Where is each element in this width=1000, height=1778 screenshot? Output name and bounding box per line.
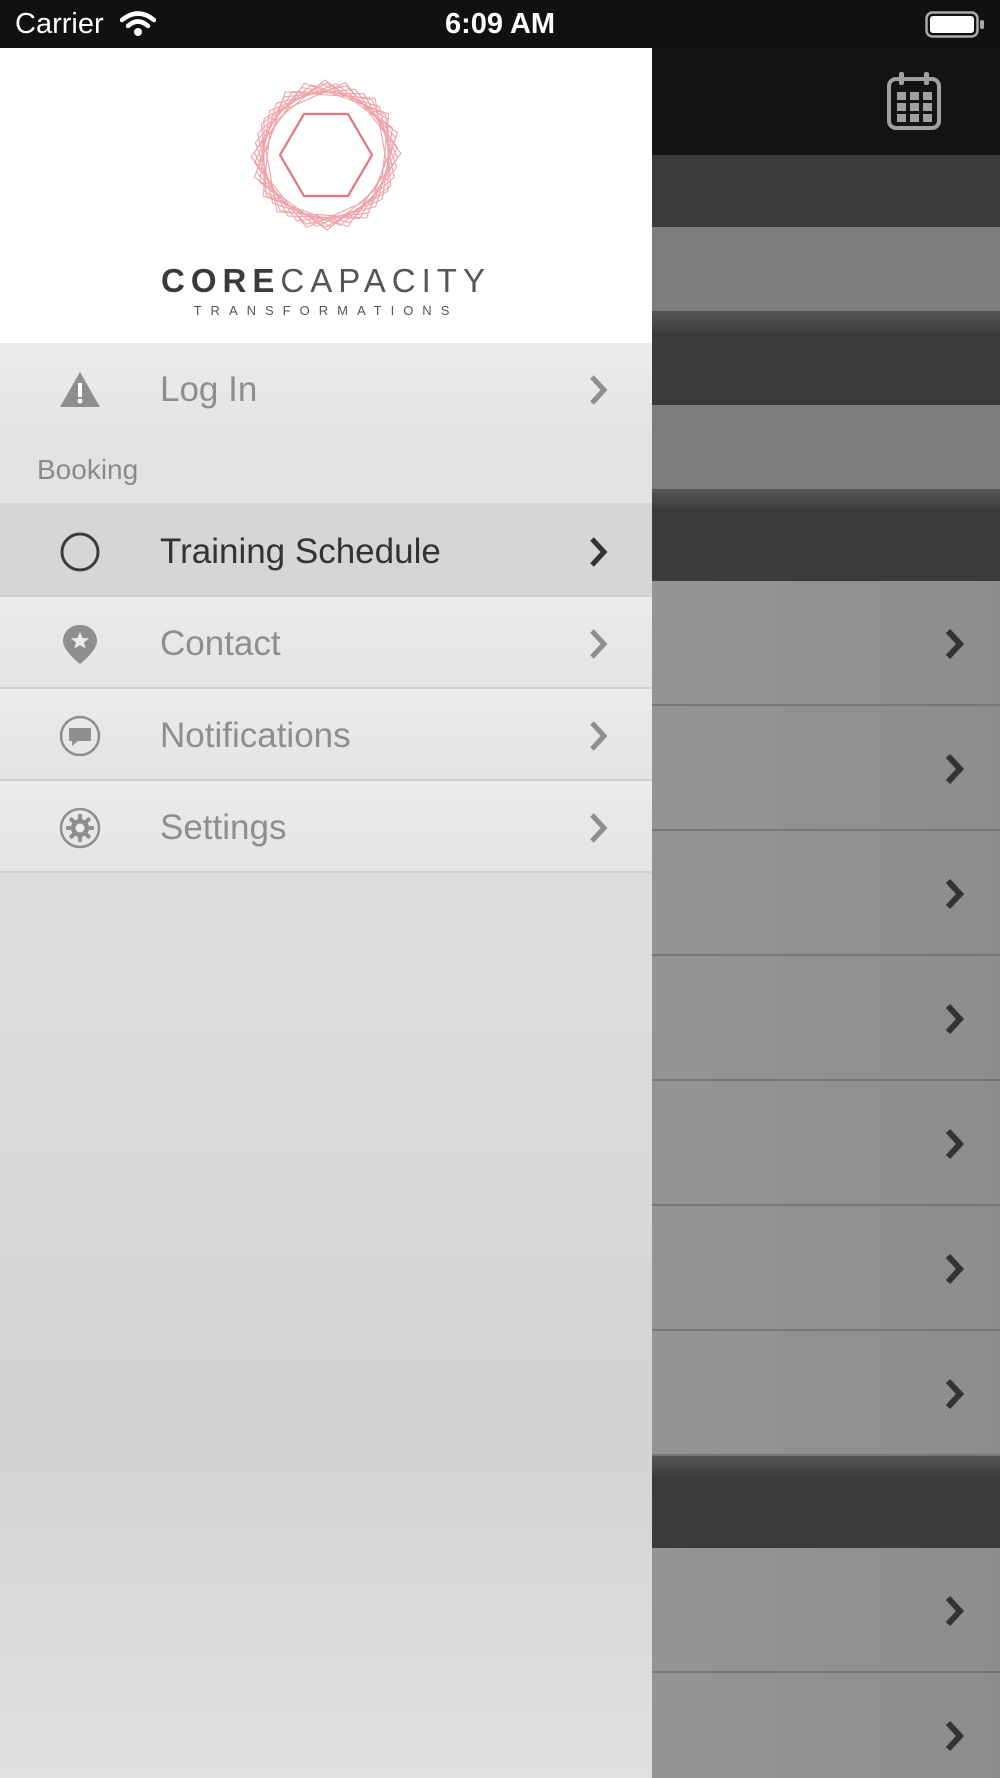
menu-item-notifications[interactable]: Notifications bbox=[0, 689, 652, 781]
chevron-right-icon bbox=[588, 719, 610, 758]
brand-name-bold: CORE bbox=[161, 262, 281, 299]
chevron-right-icon bbox=[944, 877, 966, 916]
chat-bubble-icon bbox=[58, 714, 102, 758]
chevron-right-icon bbox=[944, 1594, 966, 1633]
menu-item-label: Contact bbox=[160, 624, 281, 663]
chevron-right-icon bbox=[944, 1252, 966, 1291]
chevron-right-icon bbox=[944, 1377, 966, 1416]
calendar-icon[interactable] bbox=[886, 70, 942, 132]
chevron-right-icon bbox=[588, 373, 610, 412]
chevron-right-icon bbox=[588, 811, 610, 850]
clock: 6:09 AM bbox=[444, 8, 556, 40]
chevron-right-icon bbox=[944, 627, 966, 666]
menu-item-label: Training Schedule bbox=[160, 532, 441, 571]
menu-item-label: Notifications bbox=[160, 716, 351, 755]
menu-item-login[interactable]: Log In bbox=[0, 343, 652, 435]
brand-logo-icon bbox=[247, 76, 405, 239]
circle-icon bbox=[58, 530, 102, 574]
menu-item-training-schedule[interactable]: Training Schedule bbox=[0, 505, 652, 597]
chevron-right-icon bbox=[944, 752, 966, 791]
menu-item-label: Log In bbox=[160, 370, 258, 409]
warning-icon bbox=[58, 368, 102, 412]
menu-item-label: Settings bbox=[160, 808, 287, 847]
brand-tagline: TRANSFORMATIONS bbox=[193, 303, 459, 318]
status-bar: Carrier 6:09 AM bbox=[0, 0, 1000, 48]
section-header-booking: Booking bbox=[0, 433, 652, 505]
location-pin-star-icon bbox=[58, 622, 102, 666]
chevron-right-icon bbox=[944, 1127, 966, 1166]
section-header-label: Booking bbox=[37, 454, 139, 485]
brand-name: CORECAPACITY bbox=[0, 262, 652, 300]
gear-icon bbox=[58, 806, 102, 850]
chevron-right-icon bbox=[588, 535, 610, 574]
menu-item-contact[interactable]: Contact bbox=[0, 597, 652, 689]
chevron-right-icon bbox=[944, 1002, 966, 1041]
side-drawer: CORECAPACITY TRANSFORMATIONS Log In Book… bbox=[0, 48, 652, 1778]
battery-icon bbox=[925, 11, 985, 38]
menu-item-settings[interactable]: Settings bbox=[0, 781, 652, 873]
chevron-right-icon bbox=[944, 1719, 966, 1758]
chevron-right-icon bbox=[588, 627, 610, 666]
brand-name-light: CAPACITY bbox=[280, 262, 491, 299]
brand-header: CORECAPACITY TRANSFORMATIONS bbox=[0, 48, 652, 343]
